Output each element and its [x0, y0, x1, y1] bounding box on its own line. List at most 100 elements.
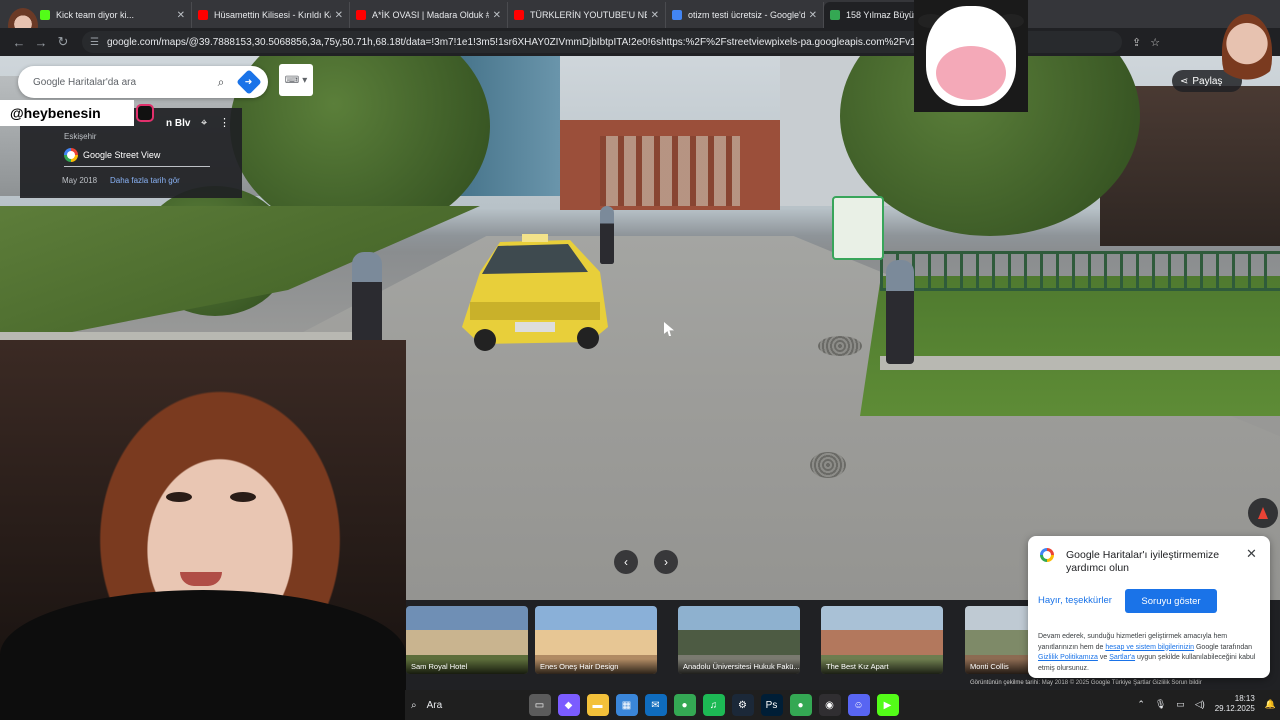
terms-link[interactable]: Şartlar'a [1109, 654, 1135, 661]
reload-icon[interactable]: ↻ [52, 34, 74, 50]
tab-title: Hüsamettin Kilisesi - Kırıldı Kar... [214, 10, 331, 20]
clock[interactable]: 18:13 29.12.2025 [1215, 694, 1255, 714]
discord-icon[interactable]: ☺ [847, 694, 870, 716]
location-pin-icon[interactable]: ⌖ [201, 117, 207, 130]
thumbnail-caption: Sam Royal Hotel [406, 659, 528, 674]
google-logo-icon [64, 148, 78, 162]
bookmark-star-icon[interactable]: ☆ [1150, 36, 1160, 49]
folder-icon[interactable]: ▬ [586, 694, 609, 716]
cow-snout [936, 46, 1006, 100]
copilot-icon[interactable]: ◆ [557, 694, 580, 716]
tab-close-icon[interactable]: ✕ [493, 10, 501, 21]
pedestrian-right [886, 260, 914, 364]
yellow-taxi [462, 234, 608, 351]
photo-thumbnail[interactable]: Anadolu Üniversitesi Hukuk Fakü... [678, 606, 800, 674]
chrome-active-icon[interactable]: ● [789, 694, 812, 716]
chrome-icon[interactable]: ● [673, 694, 696, 716]
drain-cover [810, 452, 846, 478]
close-icon[interactable]: ✕ [1246, 546, 1257, 562]
privacy-policy-link[interactable]: Gizlilik Politikamıza [1038, 654, 1098, 661]
tab-close-icon[interactable]: ✕ [335, 10, 343, 21]
spotify-icon[interactable]: ♫ [702, 694, 725, 716]
kick-app-icon[interactable]: ▶ [876, 694, 899, 716]
steam-icon[interactable]: ⚙ [731, 694, 754, 716]
thumbnail-caption: Anadolu Üniversitesi Hukuk Fakü... [678, 659, 800, 674]
microphone-icon[interactable]: 🎙 [1155, 699, 1166, 710]
next-arrow-icon[interactable]: › [654, 550, 678, 574]
screen: Kick team diyor ki... ✕ Hüsamettin Kilises… [0, 0, 1280, 720]
apartment-windows [600, 136, 740, 206]
feedback-popup: Google Haritalar'ı iyileştirmemize yardı… [1028, 536, 1270, 678]
more-dates-link[interactable]: Daha fazla tarih gör [110, 176, 180, 185]
popup-disclaimer: Devam ederek, sunduğu hizmetleri gelişti… [1038, 632, 1262, 674]
more-options-icon[interactable]: ⋮ [219, 116, 230, 129]
google-icon [672, 10, 682, 20]
decline-button[interactable]: Hayır, teşekkürler [1038, 595, 1112, 606]
obs-icon[interactable]: ◉ [818, 694, 841, 716]
directions-icon[interactable]: ➜ [236, 69, 262, 95]
thumbnail-caption: Enes Oneş Hair Design [535, 659, 657, 674]
notification-icon[interactable]: 🔔 [1265, 699, 1276, 710]
place-title: n Blv [166, 118, 191, 129]
site-info-icon[interactable]: ☰ [90, 37, 99, 48]
previous-arrow-icon[interactable]: ‹ [614, 550, 638, 574]
back-icon[interactable]: ← [8, 35, 30, 50]
youtube-icon [198, 10, 208, 20]
tab-close-icon[interactable]: ✕ [651, 10, 659, 21]
kick-icon [40, 10, 50, 20]
tab-title: otizm testi ücretsiz - Google'da... [688, 10, 805, 20]
browser-tab[interactable]: Hüsamettin Kilisesi - Kırıldı Kar... ✕ [192, 2, 350, 28]
tab-title: Kick team diyor ki... [56, 10, 135, 20]
network-icon[interactable]: ▭ [1176, 699, 1185, 710]
store-icon[interactable]: ▦ [615, 694, 638, 716]
youtube-icon [356, 10, 366, 20]
browser-tab[interactable]: otizm testi ücretsiz - Google'da... ✕ [666, 2, 824, 28]
source-row: Google Street View [64, 148, 160, 162]
keyboard-icon: ⌨ [284, 74, 300, 86]
volume-icon[interactable]: ◁) [1195, 699, 1205, 710]
photo-thumbnail[interactable]: Sam Royal Hotel [406, 606, 528, 674]
forward-icon[interactable]: → [30, 35, 52, 50]
search-icon[interactable]: ⌕ [210, 75, 232, 90]
maps-search-box[interactable]: Google Haritalar'da ara ⌕ ➜ [18, 66, 268, 98]
compass-icon[interactable] [1248, 498, 1278, 528]
windows-taskbar: ⌕ Ara ▭ ◆ ▬ ▦ ✉ ● ♫ ⚙ Ps ● ◉ ☺ ▶ ⌃ 🎙 ▭ ◁) 18:13 29.1… [405, 690, 1280, 720]
browser-tab[interactable]: Kick team diyor ki... ✕ [34, 2, 192, 28]
toolbar-icons: ⇪ ☆ [1132, 36, 1160, 49]
photo-thumbnail[interactable]: The Best Kız Apart [821, 606, 943, 674]
maps-icon [830, 10, 840, 20]
search-input[interactable]: Google Haritalar'da ara [33, 77, 210, 88]
share-page-icon[interactable]: ⇪ [1132, 36, 1141, 49]
browser-tab-strip: Kick team diyor ki... ✕ Hüsamettin Kilises… [0, 0, 1280, 44]
disclaimer-text-3: ve [1097, 654, 1110, 661]
share-label: Paylaş [1192, 75, 1223, 87]
streamer-handle: @heybenesin [0, 100, 134, 126]
source-label: Google Street View [83, 150, 161, 160]
disclaimer-text-2: Google tarafından [1194, 643, 1253, 651]
tab-close-icon[interactable]: ✕ [809, 10, 817, 21]
file-explorer-icon[interactable]: ▭ [528, 694, 551, 716]
tab-title: A*İK OVASI | Madara Olduk #6... [372, 10, 489, 20]
grass-right [860, 276, 1280, 416]
browser-tab[interactable]: TÜRKLERİN YOUTUBE'U NEDEN... ✕ [508, 2, 666, 28]
capture-date: May 2018 [62, 176, 98, 185]
webcam-overlay [0, 340, 406, 720]
input-tools-button[interactable]: ⌨ ▾ [279, 64, 313, 96]
webcam-shirt [0, 590, 406, 720]
account-info-link[interactable]: hesap ve sistem bilgilerinizin [1105, 644, 1194, 651]
taskbar-search[interactable]: ⌕ Ara [405, 690, 525, 720]
browser-tab[interactable]: A*İK OVASI | Madara Olduk #6... ✕ [350, 2, 508, 28]
outlook-icon[interactable]: ✉ [644, 694, 667, 716]
tab-close-icon[interactable]: ✕ [177, 10, 185, 21]
browser-toolbar: ← → ↻ ☰ google.com/maps/@39.7888153,30.5… [0, 28, 1280, 56]
clock-time: 18:13 [1234, 694, 1255, 703]
youtube-icon [514, 10, 524, 20]
system-tray: ⌃ 🎙 ▭ ◁) 18:13 29.12.2025 🔔 [1137, 694, 1276, 714]
photo-thumbnail[interactable]: Enes Oneş Hair Design [535, 606, 657, 674]
photoshop-icon[interactable]: Ps [760, 694, 783, 716]
webcam-eye-right [230, 492, 256, 502]
cow-sticker [914, 0, 1028, 112]
show-question-button[interactable]: Soruyu göster [1125, 589, 1217, 613]
share-icon: ⋖ [1180, 75, 1189, 87]
chevron-up-icon[interactable]: ⌃ [1137, 699, 1145, 710]
